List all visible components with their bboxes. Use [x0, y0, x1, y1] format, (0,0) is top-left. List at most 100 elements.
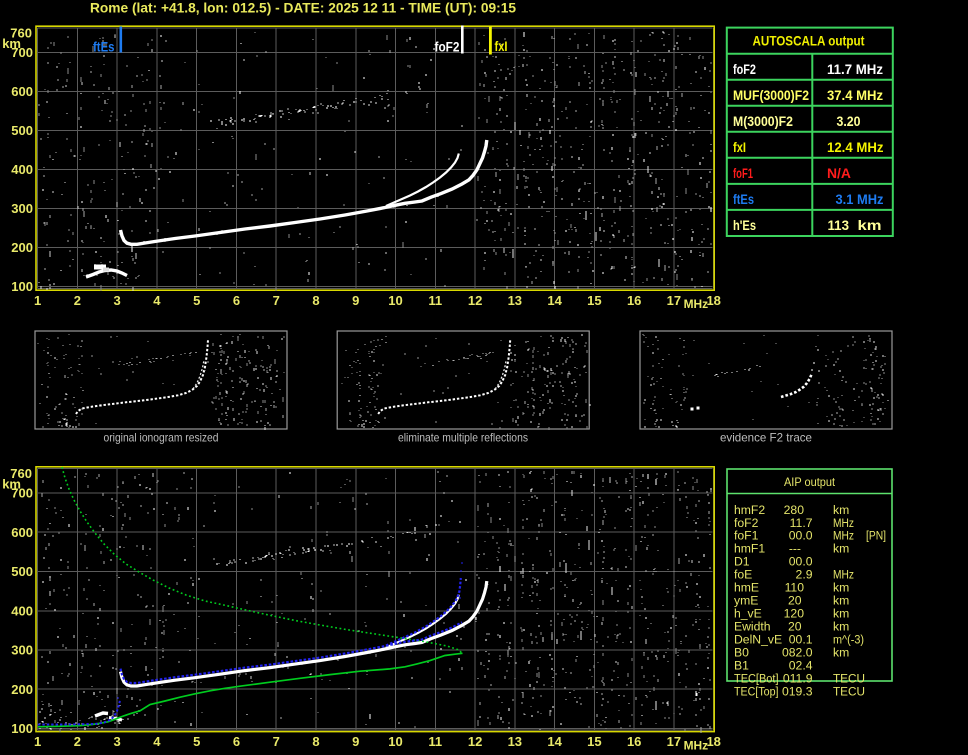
svg-text:10: 10 [388, 293, 402, 308]
svg-text:Ewidth: Ewidth [734, 620, 771, 634]
svg-text:15: 15 [587, 293, 601, 308]
svg-text:AIP output: AIP output [784, 475, 835, 489]
svg-text:13: 13 [508, 293, 522, 308]
svg-text:17: 17 [667, 293, 681, 308]
svg-text:h_vE: h_vE [734, 607, 762, 621]
svg-text:4: 4 [153, 293, 161, 308]
svg-text:37.4 MHz: 37.4 MHz [827, 87, 883, 103]
svg-text:280: 280 [784, 503, 805, 517]
svg-text:km: km [833, 594, 849, 608]
svg-text:km: km [833, 620, 849, 634]
svg-text:400: 400 [11, 162, 33, 177]
svg-text:9: 9 [352, 734, 359, 749]
svg-text:foF1: foF1 [734, 529, 759, 543]
svg-text:6: 6 [233, 734, 240, 749]
svg-text:fxI: fxI [733, 139, 746, 155]
svg-text:14: 14 [547, 293, 562, 308]
svg-text:18: 18 [706, 293, 720, 308]
svg-text:D1: D1 [734, 555, 750, 569]
svg-text:110: 110 [785, 581, 805, 595]
svg-text:km: km [833, 607, 849, 621]
svg-text:11.7 MHz: 11.7 MHz [827, 61, 883, 77]
svg-text:ymE: ymE [734, 594, 758, 608]
svg-text:[PN]: [PN] [866, 529, 886, 543]
svg-text:16: 16 [627, 734, 641, 749]
svg-text:TECU: TECU [833, 671, 865, 685]
svg-text:3.1 MHz: 3.1 MHz [836, 191, 884, 207]
svg-text:km: km [833, 581, 849, 595]
svg-text:4: 4 [153, 734, 161, 749]
svg-text:5: 5 [193, 734, 200, 749]
svg-text:hmF2: hmF2 [734, 503, 765, 517]
svg-text:400: 400 [11, 603, 33, 618]
svg-text:7: 7 [273, 293, 280, 308]
svg-text:2: 2 [74, 293, 81, 308]
svg-text:200: 200 [11, 682, 33, 697]
svg-text:12: 12 [468, 293, 482, 308]
svg-text:11: 11 [428, 293, 442, 308]
svg-text:ftEs: ftEs [93, 40, 115, 55]
svg-text:02.4: 02.4 [789, 658, 813, 672]
svg-text:MHz: MHz [684, 738, 709, 752]
svg-text:km: km [833, 646, 849, 660]
svg-text:600: 600 [11, 525, 33, 540]
svg-text:16: 16 [627, 293, 641, 308]
svg-text:m^(-3): m^(-3) [833, 633, 864, 647]
svg-text:113: 113 [828, 217, 850, 233]
svg-text:MHz: MHz [833, 568, 854, 582]
svg-text:foF2: foF2 [733, 61, 756, 77]
svg-text:100: 100 [11, 721, 33, 736]
svg-text:00.1: 00.1 [789, 633, 813, 647]
svg-text:011.9: 011.9 [783, 671, 813, 685]
svg-text:foE: foE [734, 568, 752, 582]
svg-text:DelN_vE: DelN_vE [734, 633, 782, 647]
svg-text:evidence F2 trace: evidence F2 trace [720, 431, 812, 445]
svg-text:1: 1 [34, 293, 41, 308]
svg-text:---: --- [789, 542, 801, 556]
svg-text:5: 5 [193, 293, 200, 308]
svg-text:km: km [833, 503, 849, 517]
svg-text:TECU: TECU [833, 684, 865, 698]
svg-text:12: 12 [468, 734, 482, 749]
svg-text:fxI: fxI [495, 39, 508, 54]
svg-text:original ionogram resized: original ionogram resized [104, 431, 219, 445]
svg-text:foF1: foF1 [733, 165, 753, 181]
svg-text:AUTOSCALA output: AUTOSCALA output [753, 33, 865, 49]
svg-text:500: 500 [11, 564, 33, 579]
svg-text:N/A: N/A [827, 165, 851, 181]
svg-text:7: 7 [273, 734, 280, 749]
svg-text:700: 700 [11, 45, 33, 60]
svg-text:TEC[Bot]: TEC[Bot] [734, 671, 779, 685]
svg-text:700: 700 [11, 486, 33, 501]
svg-text:00.0: 00.0 [789, 529, 813, 543]
svg-text:019.3: 019.3 [782, 684, 813, 698]
svg-text:10: 10 [388, 734, 402, 749]
svg-text:8: 8 [312, 293, 319, 308]
svg-text:Rome (lat: +41.8, lon: 012.5): Rome (lat: +41.8, lon: 012.5) - DATE: 20… [90, 0, 516, 16]
svg-text:20: 20 [788, 594, 802, 608]
svg-text:11.7: 11.7 [790, 516, 813, 530]
svg-text:8: 8 [312, 734, 319, 749]
svg-text:B1: B1 [734, 658, 749, 672]
svg-text:TEC[Top]: TEC[Top] [734, 684, 779, 698]
svg-text:MUF(3000)F2: MUF(3000)F2 [733, 87, 809, 103]
svg-text:B0: B0 [734, 646, 749, 660]
svg-text:12.4 MHz: 12.4 MHz [827, 139, 884, 155]
svg-text:3.20: 3.20 [837, 113, 861, 129]
svg-text:17: 17 [667, 734, 681, 749]
svg-text:hmF1: hmF1 [734, 542, 765, 556]
svg-text:km: km [858, 217, 882, 233]
svg-text:200: 200 [11, 240, 33, 255]
svg-text:1: 1 [34, 734, 41, 749]
svg-text:foF2: foF2 [734, 516, 759, 530]
svg-text:km: km [833, 542, 849, 556]
svg-text:100: 100 [11, 279, 33, 294]
svg-text:eliminate multiple reflections: eliminate multiple reflections [398, 431, 528, 445]
svg-text:15: 15 [587, 734, 601, 749]
svg-text:ftEs: ftEs [733, 191, 754, 207]
svg-text:h'Es: h'Es [733, 217, 756, 233]
svg-text:11: 11 [428, 734, 442, 749]
svg-text:500: 500 [11, 123, 33, 138]
svg-text:9: 9 [352, 293, 359, 308]
svg-text:MHz: MHz [684, 297, 709, 311]
